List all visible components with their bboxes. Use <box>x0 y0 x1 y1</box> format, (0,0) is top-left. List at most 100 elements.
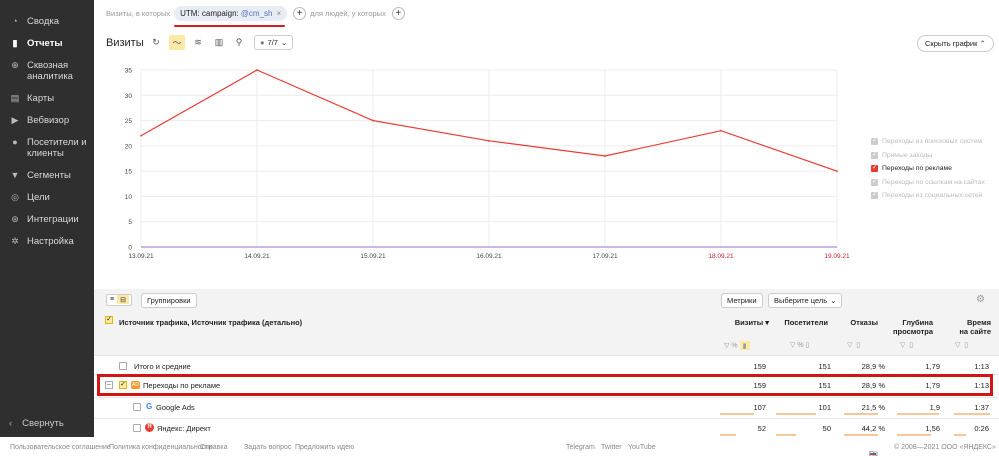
share-bar <box>954 434 966 436</box>
filter-prefix: Визиты, в которых <box>106 8 171 18</box>
share-bar <box>776 434 796 436</box>
filter-icon[interactable]: ▽ <box>724 343 729 350</box>
filter-icon[interactable]: ▽ <box>955 342 960 349</box>
checkbox-icon: ✓ <box>871 138 878 146</box>
dimension-header[interactable]: Источник трафика, Источник трафика (дета… <box>119 318 302 327</box>
series-select[interactable]: ● 7/7 ⌄ <box>254 35 294 50</box>
refresh-icon[interactable]: ↻ <box>148 35 164 50</box>
row-label-google-ads[interactable]: Google Ads <box>156 403 195 412</box>
x-tick-label: 17.09.21 <box>592 253 618 260</box>
legend-label: Переходы из социальных сетей <box>882 192 983 200</box>
percent-icon[interactable]: % <box>731 343 737 350</box>
col-header-visitors[interactable]: Посетители <box>773 318 828 327</box>
sidebar-item-label: Вебвизор <box>27 115 70 126</box>
hide-chart-button[interactable]: Скрыть график ⌃ <box>917 35 994 52</box>
sidebar-item-webvisor[interactable]: ▶ Вебвизор <box>0 108 94 130</box>
sidebar-item-goals[interactable]: ◎ Цели <box>0 185 94 207</box>
footer-link[interactable]: Предложить идею <box>295 444 354 451</box>
row-checkbox[interactable] <box>119 362 127 370</box>
footer-social-link[interactable]: Twitter <box>601 444 622 451</box>
col-header-time[interactable]: Время на сайте <box>946 318 991 336</box>
checkbox-icon: ✓ <box>871 178 878 186</box>
data-point <box>836 170 838 173</box>
row-checkbox[interactable] <box>133 403 141 411</box>
col-header-label: Время <box>967 318 991 327</box>
filter-chip[interactable]: UTM: campaign: @cm_sh × <box>174 5 288 27</box>
footer-link[interactable]: Задать вопрос <box>244 444 291 451</box>
footer-social-link[interactable]: YouTube <box>628 444 656 451</box>
sidebar-item-integrations[interactable]: ⊛ Интеграции <box>0 207 94 229</box>
legend-item-links[interactable]: ✓ Переходы по ссылкам на сайтах <box>871 176 985 190</box>
footer-link[interactable]: Пользовательское соглашение <box>10 444 111 451</box>
col-header-bounces[interactable]: Отказы <box>838 318 878 327</box>
dashboard-icon: ◔ <box>12 16 18 26</box>
row-checkbox[interactable] <box>133 424 141 432</box>
sidebar-item-reports[interactable]: ▮ Отчеты <box>0 31 94 53</box>
sidebar-item-segments[interactable]: ▼ Сегменты <box>0 163 94 185</box>
gear-icon[interactable]: ⚙ <box>976 294 985 305</box>
footer-link[interactable]: Политика конфиденциальности <box>109 444 212 451</box>
column-filter-icons: ▽ ▯ <box>847 341 860 349</box>
filter-icon[interactable]: ▽ <box>900 342 905 349</box>
bar-chart-icon[interactable]: ▥ <box>211 35 227 50</box>
legend-item-ads[interactable]: ✓ Переходы по рекламе <box>871 162 985 176</box>
data-point <box>720 129 722 132</box>
highlight-annotation <box>97 374 993 396</box>
percent-icon[interactable]: % <box>797 342 803 349</box>
legend-item-direct[interactable]: ✓ Прямые заходы <box>871 149 985 163</box>
sidebar-item-dashboard[interactable]: ◔ Сводка <box>0 12 94 31</box>
share-bar <box>720 434 736 436</box>
row-label-yandex-direct[interactable]: Яндекс: Директ <box>157 424 211 433</box>
groupings-label: Группировки <box>147 296 191 305</box>
legend-item-social[interactable]: ✓ Переходы из социальных сетей <box>871 189 985 203</box>
line-chart-icon[interactable]: 〜 <box>169 35 185 50</box>
col-header-visits[interactable]: Визиты ▾ <box>724 318 769 327</box>
bar-icon[interactable]: ▯ <box>806 342 810 349</box>
collapse-sidebar-button[interactable]: ‹ Свернуть <box>9 418 64 429</box>
checkbox-icon: ✓ <box>871 192 878 200</box>
col-header-depth[interactable]: Глубина просмотра <box>893 318 933 336</box>
cell-depth: 1,56 <box>925 424 940 433</box>
metrics-label: Метрики <box>727 296 757 305</box>
bar-icon[interactable]: ▯ <box>909 342 913 349</box>
goal-label: Выберите цель <box>774 296 828 305</box>
sidebar-item-label: Сегменты <box>27 170 71 181</box>
person-icon: ● <box>12 137 18 147</box>
bar-icon[interactable]: ▮ <box>739 341 750 350</box>
col-header-label: Отказы <box>850 318 878 327</box>
sidebar-item-settings[interactable]: ✲ Настройка <box>0 229 94 251</box>
legend-item-search[interactable]: ✓ Переходы из поисковых систем <box>871 135 985 149</box>
map-icon: ▤ <box>10 93 20 103</box>
play-icon: ▶ <box>11 115 19 125</box>
target-icon: ◎ <box>11 192 19 202</box>
bar-icon[interactable]: ▯ <box>964 342 968 349</box>
metrics-button[interactable]: Метрики <box>721 293 763 308</box>
filter-icon[interactable]: ▽ <box>847 342 852 349</box>
filter-icon[interactable]: ▽ <box>790 342 795 349</box>
goal-select[interactable]: Выберите цель ⌄ <box>768 293 843 308</box>
language-label: Ru <box>869 451 878 458</box>
sidebar-item-label: Карты <box>27 93 55 104</box>
bar-icon[interactable]: ▯ <box>856 342 860 349</box>
y-tick-label: 10 <box>125 194 133 201</box>
tree-view-icon[interactable]: ⊟ <box>117 295 129 304</box>
sidebar-item-label: Цели <box>27 192 50 203</box>
close-icon[interactable]: × <box>276 9 281 18</box>
data-point <box>604 155 606 157</box>
filter-chip-key: UTM: campaign: <box>180 8 239 18</box>
map-pin-icon[interactable]: ⚲ <box>231 35 247 50</box>
footer-social-link[interactable]: Telegram <box>566 444 595 451</box>
footer-link[interactable]: Справка <box>200 444 227 451</box>
sidebar-item-visitors[interactable]: ● Посетители и клиенты <box>0 130 94 163</box>
cell-visitors: 151 <box>818 362 831 371</box>
list-view-icon[interactable]: ≡ <box>107 295 117 304</box>
sidebar-item-end-to-end[interactable]: ⊕ Сквозная аналитика <box>0 53 94 86</box>
groupings-button[interactable]: Группировки <box>141 293 197 308</box>
select-all-checkbox[interactable]: ✓ <box>105 316 113 324</box>
add-user-filter-button[interactable]: + <box>391 6 405 20</box>
sidebar-item-maps[interactable]: ▤ Карты <box>0 86 94 108</box>
cell-time: 1:37 <box>974 403 989 412</box>
view-toggle: ≡ ⊟ <box>106 294 132 306</box>
area-chart-icon[interactable]: ≋ <box>190 35 206 50</box>
add-visit-filter-button[interactable]: + <box>293 6 307 20</box>
